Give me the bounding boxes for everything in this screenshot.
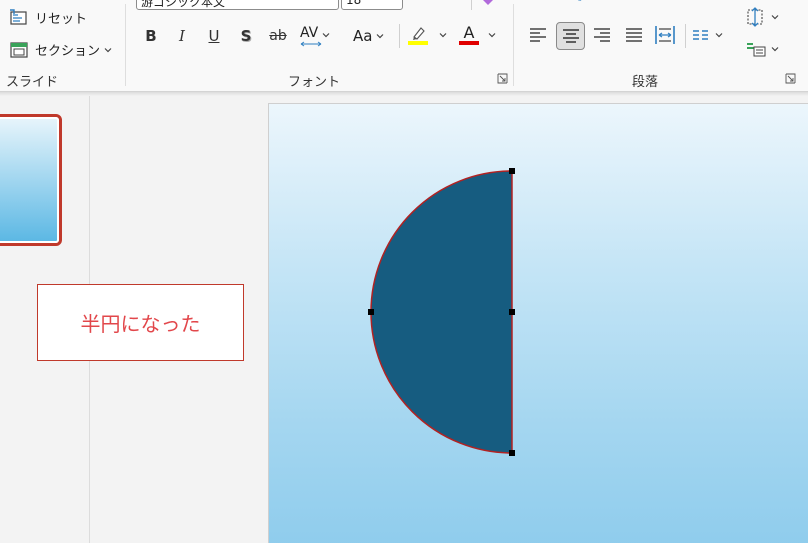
font-size-combo[interactable]: 18 [341,0,403,10]
slide-thumbnail[interactable] [0,114,62,246]
chevron-down-icon [715,33,723,38]
slide-canvas[interactable] [268,103,808,543]
resize-handle-right[interactable] [509,309,515,315]
char-spacing-glyph: AV [300,25,319,41]
font-dialog-launcher-icon[interactable] [497,73,508,84]
align-text-icon [747,43,766,57]
group-separator [125,4,126,86]
underline-button[interactable]: U [202,24,226,48]
text-direction-button[interactable] [745,7,780,27]
chevron-down-icon [104,47,112,52]
change-case-button[interactable]: Aa [353,27,385,45]
ribbon-shadow [0,92,808,96]
paragraph-group-label: 段落 [632,75,659,90]
font-color-button[interactable]: A [458,24,497,45]
reset-label: リセット [35,12,88,27]
strikethrough-button[interactable]: ab [266,24,290,48]
svg-text:A: A [414,0,422,2]
distributed-button[interactable] [652,22,678,48]
columns-icon [693,30,708,40]
slide-thumbnail-preview [0,117,59,243]
change-case-glyph: Aa [353,27,373,45]
ribbon: リセット セクション スライド 游ゴシック本文 18 A A B I U S a… [0,0,808,92]
columns-button[interactable] [691,27,724,43]
reset-button[interactable]: リセット [9,8,87,27]
align-right-button[interactable] [589,22,615,48]
chevron-down-icon [771,15,779,20]
chevron-down-icon [377,34,384,39]
justify-button[interactable] [621,22,647,48]
group-separator [513,4,514,86]
character-spacing-button[interactable]: AV [300,25,331,47]
half-circle-shape[interactable] [370,170,513,454]
align-center-button[interactable] [556,22,585,50]
align-text-button[interactable] [745,39,780,59]
section-label: セクション [35,44,101,59]
line-spacing-icon[interactable] [692,0,716,6]
indent-icons[interactable] [628,0,684,6]
font-name-combo[interactable]: 游ゴシック本文 [136,0,339,10]
reset-icon [10,8,27,25]
chevron-down-icon [439,33,447,38]
resize-handle-bottom[interactable] [509,450,515,456]
grow-shrink-font-icon[interactable]: A A [412,0,462,6]
clear-formatting-icon[interactable] [478,0,498,8]
highlight-color-button[interactable] [407,24,448,46]
annotation-callout: 半円になった [37,284,244,361]
chevron-down-icon [322,33,330,38]
paragraph-dialog-launcher-icon[interactable] [785,73,796,84]
svg-text:3: 3 [578,0,582,3]
text-shadow-button[interactable]: S [234,24,258,48]
italic-button[interactable]: I [170,24,194,48]
divider [399,24,400,48]
spacing-arrows-icon [300,41,322,47]
resize-handle-top[interactable] [509,168,515,174]
align-left-button[interactable] [525,22,551,48]
font-color-glyph: A [463,23,475,42]
annotation-text: 半円になった [80,312,201,336]
chevron-down-icon [771,47,779,52]
bullets-icon[interactable] [527,0,549,6]
divider [471,0,472,10]
align-left-icon [530,28,546,42]
align-center-icon [562,29,579,43]
align-right-icon [594,28,610,42]
font-color-swatch [459,41,479,45]
distributed-icon [655,26,675,44]
bold-button[interactable]: B [139,24,163,48]
resize-handle-left[interactable] [368,309,374,315]
divider [685,24,686,48]
font-group-label: フォント [288,75,341,90]
slide-shapes [368,168,515,456]
justify-icon [626,28,642,42]
highlighter-icon [408,27,428,45]
section-button[interactable]: セクション [9,40,113,59]
text-direction-icon [747,7,763,27]
font-name-value: 游ゴシック本文 [141,0,226,9]
numbering-icon[interactable]: 3 [577,0,601,6]
svg-text:A: A [444,0,451,2]
section-icon [10,41,28,58]
slides-group-label: スライド [6,75,59,90]
font-size-value: 18 [346,0,362,7]
chevron-down-icon [488,32,496,37]
